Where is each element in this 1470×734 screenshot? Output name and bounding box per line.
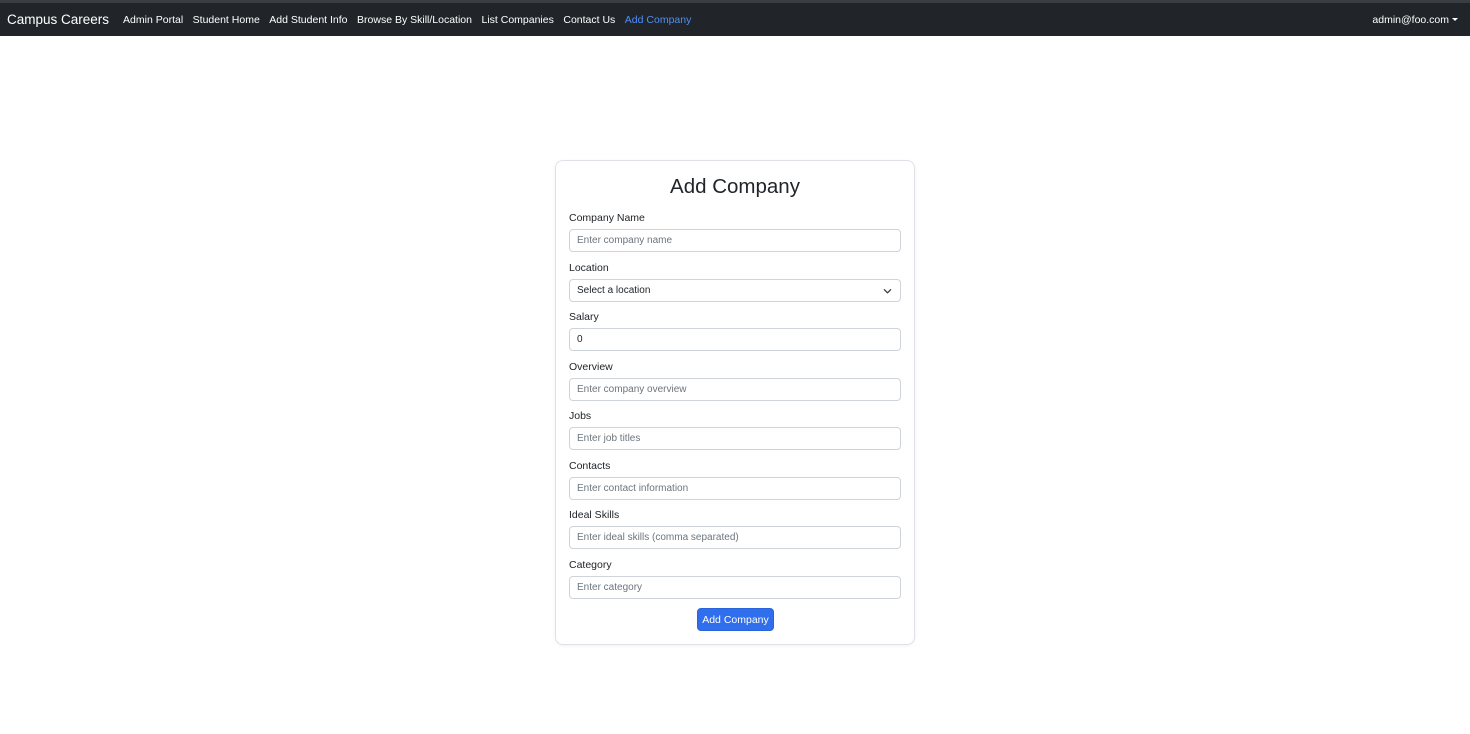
nav-link-add-student-info[interactable]: Add Student Info <box>269 14 347 26</box>
location-selected-value: Select a location <box>577 285 651 296</box>
add-company-button[interactable]: Add Company <box>697 608 774 631</box>
nav-link-list-companies[interactable]: List Companies <box>481 14 553 26</box>
nav-links: Admin Portal Student Home Add Student In… <box>123 14 701 26</box>
contacts-label: Contacts <box>569 460 611 472</box>
form-title: Add Company <box>670 175 800 198</box>
salary-label: Salary <box>569 311 599 323</box>
ideal-skills-label: Ideal Skills <box>569 509 620 521</box>
contacts-input[interactable] <box>569 477 901 500</box>
user-email: admin@foo.com <box>1372 13 1449 26</box>
jobs-label: Jobs <box>569 410 592 422</box>
salary-input[interactable] <box>569 328 901 351</box>
category-label: Category <box>569 559 612 571</box>
top-navbar: Campus Careers Admin Portal Student Home… <box>0 0 1470 36</box>
brand-link[interactable]: Campus Careers <box>7 12 109 27</box>
category-input[interactable] <box>569 576 901 599</box>
add-company-card: Add Company Company Name Location Select… <box>555 160 915 645</box>
nav-link-browse-by-skill-location[interactable]: Browse By Skill/Location <box>357 14 472 26</box>
chevron-down-icon <box>883 289 892 294</box>
company-name-input[interactable] <box>569 229 901 252</box>
overview-input[interactable] <box>569 378 901 401</box>
user-menu-dropdown[interactable]: admin@foo.com <box>1372 3 1458 36</box>
location-label: Location <box>569 262 609 274</box>
ideal-skills-input[interactable] <box>569 526 901 549</box>
nav-link-admin-portal[interactable]: Admin Portal <box>123 14 183 26</box>
nav-link-add-company[interactable]: Add Company <box>625 14 692 26</box>
company-name-label: Company Name <box>569 212 645 224</box>
caret-down-icon <box>1452 18 1458 21</box>
nav-link-contact-us[interactable]: Contact Us <box>563 14 615 26</box>
nav-link-student-home[interactable]: Student Home <box>193 14 260 26</box>
location-select[interactable]: Select a location <box>569 279 901 302</box>
jobs-input[interactable] <box>569 427 901 450</box>
overview-label: Overview <box>569 361 613 373</box>
